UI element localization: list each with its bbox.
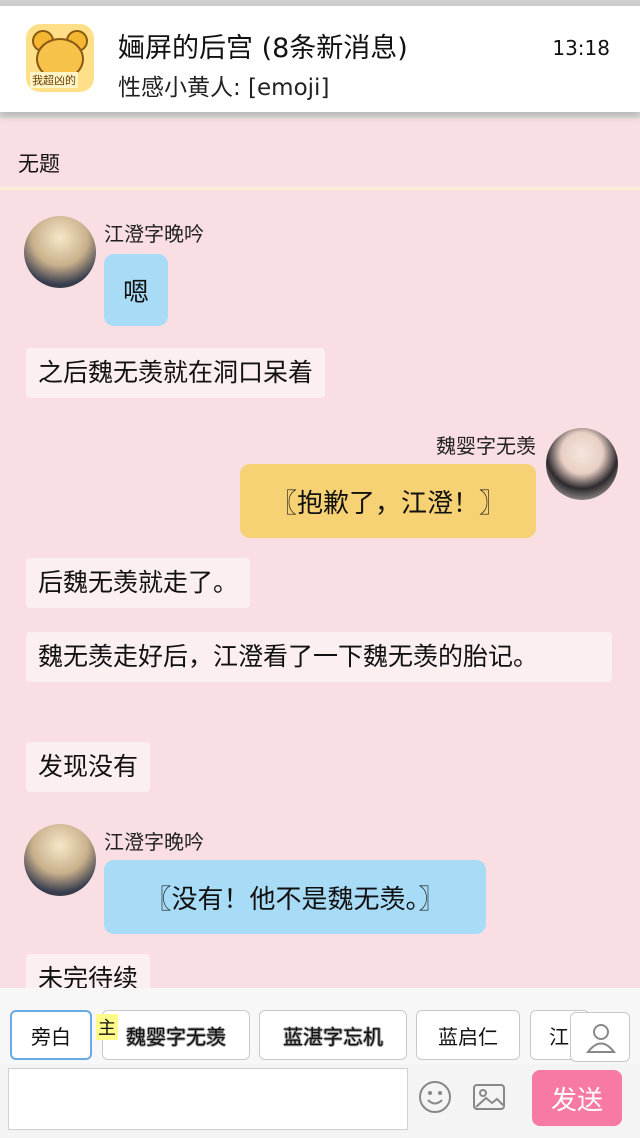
story-title[interactable]: 无题 [18,148,60,178]
speaker-name: 江澄字晚吟 [104,222,204,246]
role-chip-lanqiren[interactable]: 蓝启仁 [416,1010,520,1060]
notification-time: 13:18 [552,36,610,60]
dialogue-bubble[interactable]: 嗯 [104,254,168,326]
chat-area[interactable]: 江澄字晚吟 嗯 之后魏无羡就在洞口呆着 魏婴字无羡 〖抱歉了，江澄！〗 后魏无羡… [0,190,640,988]
avatar-weiying[interactable] [546,428,618,500]
role-chip-weiying[interactable]: 魏婴字无羡 [102,1010,250,1060]
notification-banner[interactable]: 我超凶的 婳屏的后宫 (8条新消息) 性感小黄人: [emoji] 13:18 [0,6,640,112]
notification-title: 婳屏的后宫 (8条新消息) [118,33,408,64]
dialogue-bubble[interactable]: 〖抱歉了，江澄！〗 [240,464,536,538]
send-button[interactable]: 发送 [532,1070,622,1126]
role-chip-lanzhan[interactable]: 蓝湛字忘机 [259,1010,407,1060]
speaker-name: 魏婴字无羡 [436,434,536,458]
avatar-caption: 我超凶的 [30,72,78,88]
speaker-name: 江澄字晚吟 [104,830,204,854]
story-title-bar: 无题 [0,128,640,190]
narration-line[interactable]: 发现没有 [26,742,151,792]
narration-line[interactable]: 之后魏无羡就在洞口呆着 [26,348,326,398]
message-input[interactable] [8,1068,408,1130]
composer-bar: 发送 [0,1064,640,1138]
avatar-jiangcheng[interactable] [24,824,96,896]
avatar-jiangcheng[interactable] [24,216,96,288]
narration-line[interactable]: 未完待续 [26,954,151,988]
notification-subtitle: 性感小黄人: [emoji] [118,75,330,101]
role-chip-narrator[interactable]: 旁白 [10,1010,92,1060]
narration-line[interactable]: 后魏无羡就走了。 [26,558,251,608]
host-badge: 主 [96,1014,118,1040]
notification-avatar: 我超凶的 [26,24,94,92]
emoji-icon[interactable] [418,1080,452,1114]
user-icon [585,1024,617,1053]
image-icon[interactable] [472,1080,506,1114]
manage-roles-button[interactable] [570,1012,630,1062]
dialogue-bubble[interactable]: 〖没有！他不是魏无羡。〗 [104,860,486,934]
narration-line[interactable]: 魏无羡走好后，江澄看了一下魏无羡的胎记。 [26,632,612,682]
